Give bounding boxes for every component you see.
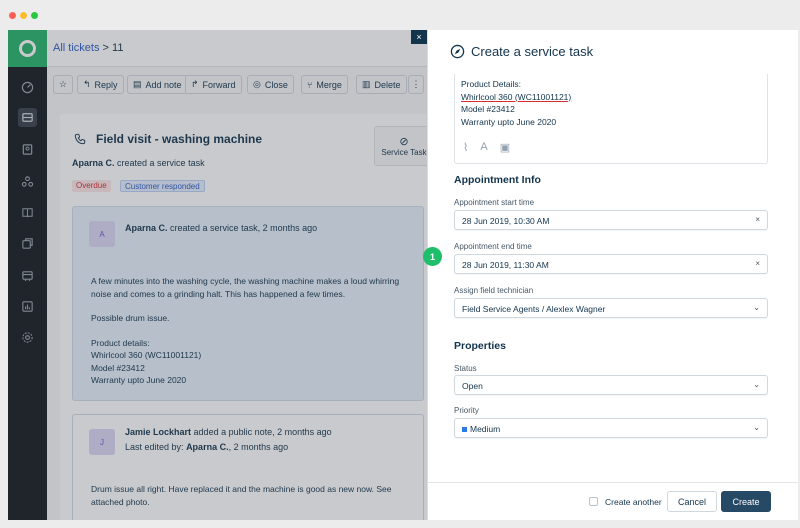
technician-label: Assign field technician bbox=[454, 286, 534, 295]
clear-icon[interactable]: × bbox=[755, 259, 760, 268]
chevron-down-icon: ⌄ bbox=[753, 423, 760, 432]
description-heading: Product Details: bbox=[461, 79, 521, 89]
technician-select[interactable]: Field Service Agents / Alexlex Wagner ⌄ bbox=[454, 298, 768, 318]
panel-title: Create a service task bbox=[471, 44, 594, 59]
description-editor[interactable]: Product Details: Whirlcool 360 (WC110011… bbox=[454, 74, 768, 164]
priority-select[interactable]: Medium ⌄ bbox=[454, 418, 768, 438]
text-format-icon[interactable]: A bbox=[480, 141, 487, 154]
canned-response-icon[interactable]: ▣ bbox=[500, 141, 510, 154]
priority-swatch-icon bbox=[462, 427, 467, 432]
panel-body: Product Details: Whirlcool 360 (WC110011… bbox=[428, 74, 798, 482]
cancel-button[interactable]: Cancel bbox=[667, 491, 717, 512]
chevron-down-icon: ⌄ bbox=[753, 303, 760, 312]
maximize-window-button[interactable] bbox=[31, 12, 38, 19]
panel-header: Create a service task bbox=[450, 44, 593, 59]
description-text: Product Details: Whirlcool 360 (WC110011… bbox=[461, 78, 571, 128]
clear-icon[interactable]: × bbox=[755, 215, 760, 224]
start-time-value: 28 Jun 2019, 10:30 AM bbox=[462, 216, 550, 226]
create-another-label: Create another bbox=[605, 497, 662, 507]
service-task-panel: Create a service task Product Details: W… bbox=[427, 30, 798, 520]
step-marker: 1 bbox=[423, 247, 442, 266]
close-panel-button[interactable]: × bbox=[411, 30, 427, 44]
compass-icon bbox=[450, 44, 465, 59]
description-model: Model #23412 bbox=[461, 104, 515, 114]
appointment-info-heading: Appointment Info bbox=[454, 174, 541, 186]
description-product: Whirlcool 360 (WC11001121) bbox=[461, 91, 572, 102]
end-time-label: Appointment end time bbox=[454, 242, 532, 251]
status-value: Open bbox=[462, 381, 483, 391]
create-another-checkbox[interactable] bbox=[589, 497, 598, 506]
attachment-icon[interactable]: ⌇ bbox=[463, 141, 468, 154]
app-window: All tickets > 11 ☆ ↰ Reply ▤ Add note ↱ For… bbox=[8, 30, 798, 520]
create-button[interactable]: Create bbox=[721, 491, 771, 512]
status-label: Status bbox=[454, 364, 477, 373]
minimize-window-button[interactable] bbox=[20, 12, 27, 19]
priority-label: Priority bbox=[454, 406, 479, 415]
technician-value: Field Service Agents / Alexlex Wagner bbox=[462, 304, 606, 314]
close-window-button[interactable] bbox=[9, 12, 16, 19]
start-time-label: Appointment start time bbox=[454, 198, 535, 207]
end-time-field[interactable]: 28 Jun 2019, 11:30 AM × bbox=[454, 254, 768, 274]
status-select[interactable]: Open ⌄ bbox=[454, 375, 768, 395]
end-time-value: 28 Jun 2019, 11:30 AM bbox=[462, 260, 549, 270]
window-titlebar bbox=[0, 0, 800, 30]
modal-backdrop[interactable] bbox=[8, 30, 427, 520]
editor-toolbar: ⌇ A ▣ bbox=[463, 141, 510, 154]
properties-heading: Properties bbox=[454, 340, 506, 352]
window-frame: All tickets > 11 ☆ ↰ Reply ▤ Add note ↱ For… bbox=[0, 0, 800, 528]
priority-value: Medium bbox=[470, 424, 501, 434]
start-time-field[interactable]: 28 Jun 2019, 10:30 AM × bbox=[454, 210, 768, 230]
chevron-down-icon: ⌄ bbox=[753, 380, 760, 389]
description-warranty: Warranty upto June 2020 bbox=[461, 116, 557, 127]
panel-footer: Create another Cancel Create bbox=[428, 482, 798, 520]
